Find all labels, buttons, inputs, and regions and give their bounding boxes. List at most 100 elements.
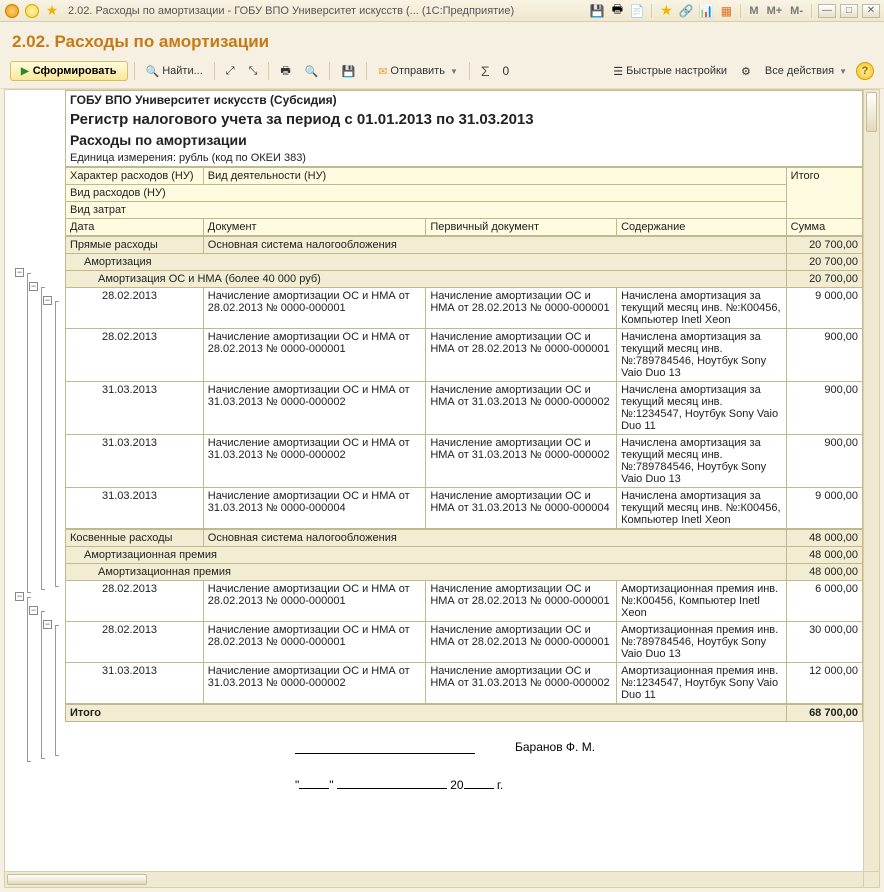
titlebar: ★ 2.02. Расходы по амортизации - ГОБУ ВП… [0, 0, 884, 22]
cell-date: 31.03.2013 [66, 435, 204, 488]
outline-toggle[interactable]: − [29, 282, 38, 291]
close-button[interactable]: ✕ [862, 4, 880, 18]
col-header: Вид затрат [66, 202, 787, 219]
memory-m-button[interactable]: M [747, 5, 760, 17]
sigma-icon: Σ [481, 63, 490, 79]
report-area: − − − − − − ГОБУ ВПО Университет искусст… [4, 89, 880, 888]
app-icon [4, 3, 20, 19]
sum-count: 0 [499, 64, 510, 78]
form-button[interactable]: ▶Сформировать [10, 61, 128, 81]
cell-date: 31.03.2013 [66, 382, 204, 435]
nav-back-icon[interactable] [24, 3, 40, 19]
cell-document: Начисление амортизации ОС и НМА от 28.02… [203, 581, 426, 622]
outline-toggle[interactable]: − [29, 606, 38, 615]
table-row: 31.03.2013 Начисление амортизации ОС и Н… [66, 488, 863, 529]
report-header-block: ГОБУ ВПО Университет искусств (Субсидия)… [65, 90, 863, 167]
cell-description: Амортизационная премия инв. №:К00456, Ко… [617, 581, 787, 622]
cell-document: Начисление амортизации ОС и НМА от 31.03… [203, 382, 426, 435]
doc-icon[interactable]: 📄 [629, 3, 645, 19]
cell-description: Начислена амортизация за текущий месяц и… [617, 435, 787, 488]
col-header: Вид деятельности (НУ) [203, 168, 786, 185]
search-icon: 🔍 [146, 65, 160, 78]
expand-icon[interactable]: ⤢ [221, 60, 240, 82]
all-actions-button[interactable]: Все действия▼ [760, 60, 852, 82]
col-header: Документ [203, 219, 426, 236]
cell-document: Начисление амортизации ОС и НМА от 28.02… [203, 288, 426, 329]
subgroup2-name: Амортизационная премия [66, 564, 787, 581]
cell-document: Начисление амортизации ОС и НМА от 31.03… [203, 663, 426, 704]
find-button[interactable]: 🔍Найти... [141, 60, 208, 82]
cell-primary-doc: Начисление амортизации ОС и НМА от 28.02… [426, 329, 617, 382]
cell-primary-doc: Начисление амортизации ОС и НМА от 31.03… [426, 488, 617, 529]
table-row: 31.03.2013 Начисление амортизации ОС и Н… [66, 663, 863, 704]
calendar-icon[interactable]: ▦ [718, 3, 734, 19]
window-title: 2.02. Расходы по амортизации - ГОБУ ВПО … [68, 5, 514, 17]
print-icon[interactable]: 🖶 [609, 3, 625, 19]
outline-toggle[interactable]: − [43, 296, 52, 305]
unit-label: Единица измерения: рубль (код по ОКЕИ 38… [70, 152, 858, 164]
table-row: 28.02.2013 Начисление амортизации ОС и Н… [66, 622, 863, 663]
subgroup-name: Амортизация [66, 254, 787, 271]
grand-total-sum: 68 700,00 [786, 705, 862, 722]
outline-toggle[interactable]: − [15, 592, 24, 601]
link-icon[interactable]: 🔗 [678, 3, 694, 19]
col-header: Дата [66, 219, 204, 236]
cell-date: 28.02.2013 [66, 581, 204, 622]
col-header: Первичный документ [426, 219, 617, 236]
maximize-button[interactable]: □ [840, 4, 858, 18]
cell-document: Начисление амортизации ОС и НМА от 28.02… [203, 622, 426, 663]
cell-sum: 6 000,00 [786, 581, 862, 622]
outline-toggle[interactable]: − [15, 268, 24, 277]
report-sheet[interactable]: ГОБУ ВПО Университет искусств (Субсидия)… [65, 90, 863, 871]
group-total: 48 000,00 [786, 530, 862, 547]
scrollbar-vertical[interactable] [863, 90, 879, 871]
col-header: Сумма [786, 219, 862, 236]
calc-icon[interactable]: 📊 [698, 3, 714, 19]
report-table: Характер расходов (НУ)Вид деятельности (… [65, 167, 863, 236]
signature-line [295, 742, 475, 754]
collapse-icon[interactable]: ⤡ [244, 60, 263, 82]
col-header: Содержание [617, 219, 787, 236]
memory-mminus-button[interactable]: M- [788, 5, 805, 17]
signature-block: Баранов Ф. М. "" 20 г. [65, 722, 863, 802]
save-button[interactable]: 💾 [336, 60, 360, 82]
col-header: Вид расходов (НУ) [66, 185, 787, 202]
col-header: Итого [786, 168, 862, 219]
help-button[interactable]: ? [856, 62, 874, 80]
group-total: 20 700,00 [786, 237, 862, 254]
cell-sum: 900,00 [786, 329, 862, 382]
preview-button[interactable]: 🔍 [300, 60, 324, 82]
sum-button[interactable]: Σ [476, 60, 495, 82]
settings-button[interactable]: ⚙ [736, 60, 756, 82]
report-title: Регистр налогового учета за период с 01.… [70, 111, 858, 128]
group-row: Прямые расходыОсновная система налогообл… [65, 236, 863, 529]
cell-primary-doc: Начисление амортизации ОС и НМА от 31.03… [426, 663, 617, 704]
outline-gutter: − − − − − − [5, 90, 65, 871]
cell-sum: 9 000,00 [786, 488, 862, 529]
group-row: Косвенные расходыОсновная система налого… [65, 529, 863, 704]
org-name: ГОБУ ВПО Университет искусств (Субсидия) [70, 93, 858, 107]
cell-description: Начислена амортизация за текущий месяц и… [617, 382, 787, 435]
scrollbar-horizontal[interactable] [5, 871, 863, 887]
table-row: 28.02.2013 Начисление амортизации ОС и Н… [66, 329, 863, 382]
group-name: Косвенные расходы [66, 530, 204, 547]
quick-settings-button[interactable]: ☰Быстрые настройки [608, 60, 732, 82]
cell-sum: 900,00 [786, 382, 862, 435]
outline-toggle[interactable]: − [43, 620, 52, 629]
subgroup2-total: 48 000,00 [786, 564, 862, 581]
subgroup2-total: 20 700,00 [786, 271, 862, 288]
cell-description: Начислена амортизация за текущий месяц и… [617, 488, 787, 529]
star-icon[interactable]: ★ [658, 3, 674, 19]
cell-date: 31.03.2013 [66, 663, 204, 704]
subgroup-name: Амортизационная премия [66, 547, 787, 564]
favorite-icon[interactable]: ★ [44, 3, 60, 19]
table-row: 31.03.2013 Начисление амортизации ОС и Н… [66, 435, 863, 488]
minimize-button[interactable]: — [818, 4, 836, 18]
send-button[interactable]: ✉Отправить▼ [373, 60, 463, 82]
cell-primary-doc: Начисление амортизации ОС и НМА от 28.02… [426, 288, 617, 329]
save-icon[interactable]: 💾 [589, 3, 605, 19]
cell-sum: 30 000,00 [786, 622, 862, 663]
cell-description: Начислена амортизация за текущий месяц и… [617, 288, 787, 329]
memory-mplus-button[interactable]: M+ [765, 5, 785, 17]
print-button[interactable]: 🖶 [275, 60, 295, 82]
